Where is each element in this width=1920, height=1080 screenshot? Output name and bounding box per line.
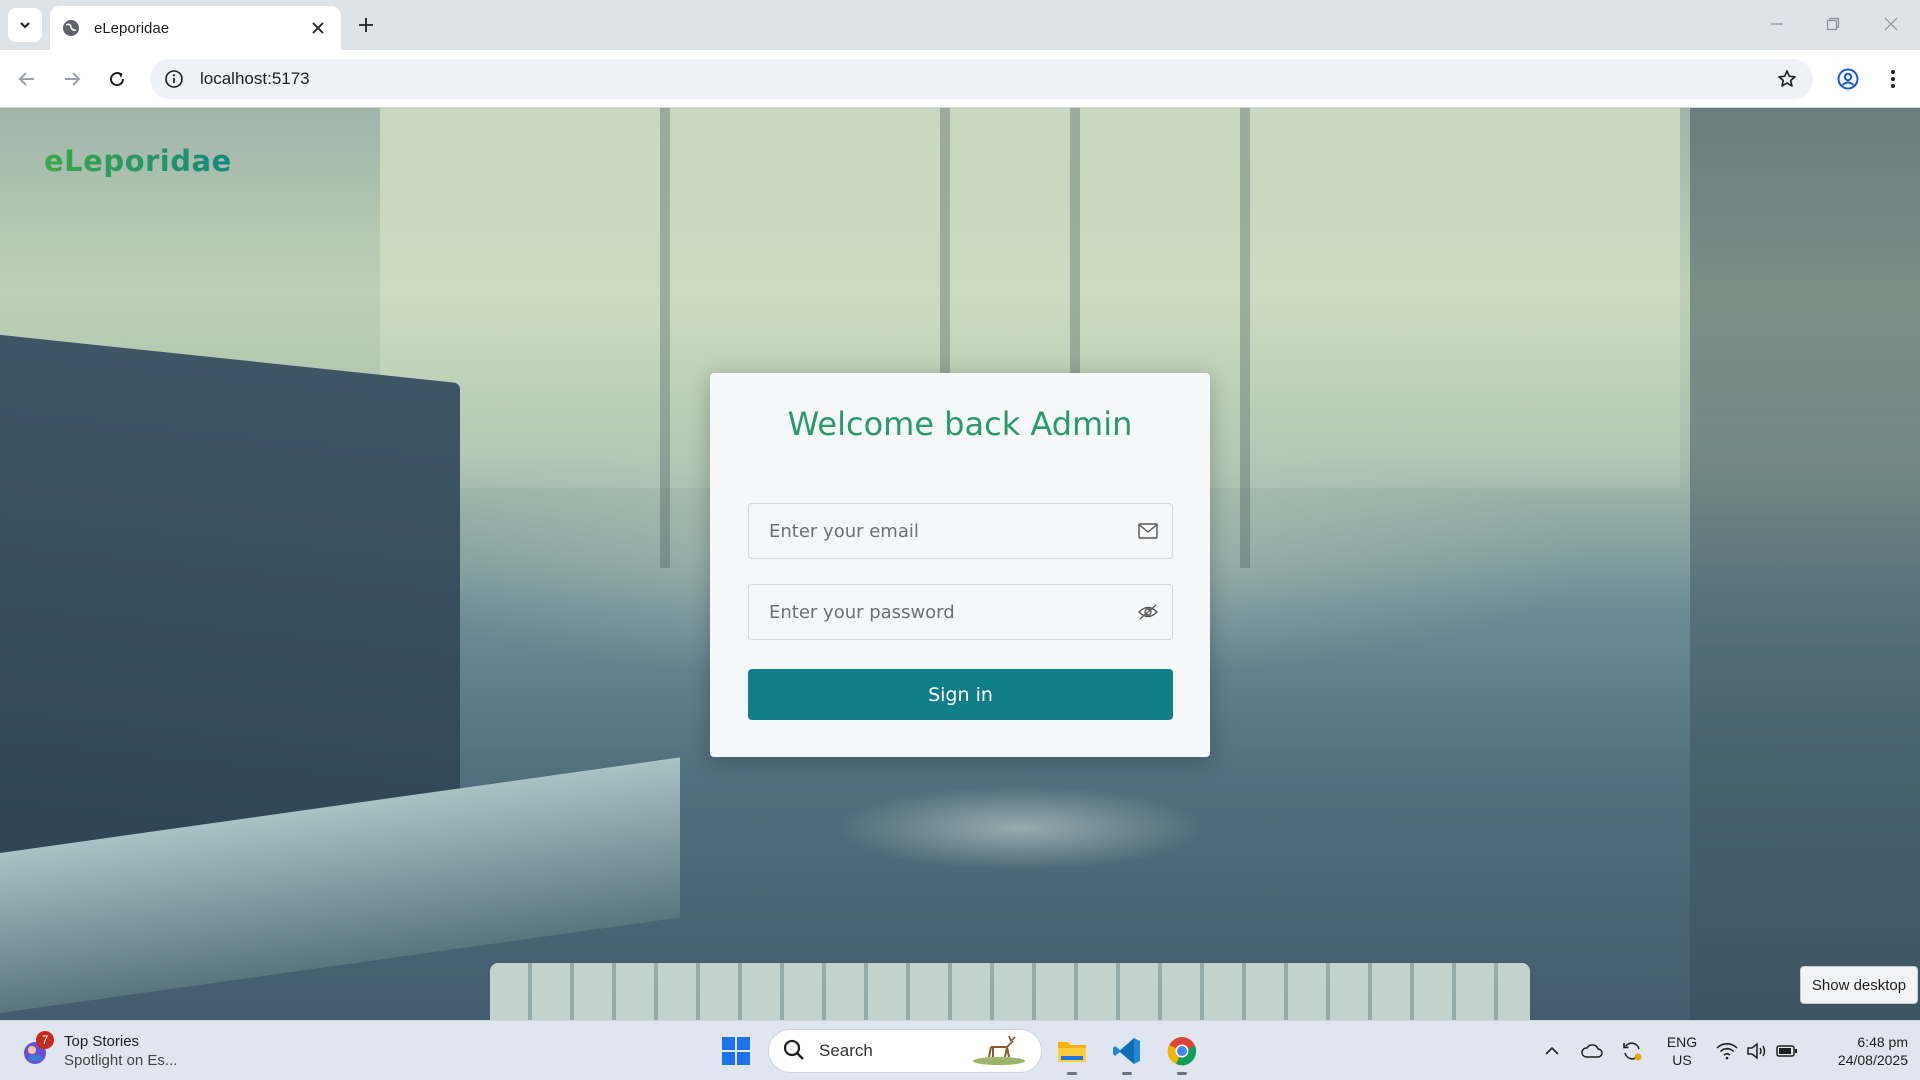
show-desktop-tooltip: Show desktop [1800,966,1918,1004]
vscode-icon[interactable] [1107,1031,1147,1075]
windows-start-icon[interactable] [716,1031,756,1071]
background-shade [1690,108,1920,1020]
signin-button[interactable]: Sign in [748,669,1173,720]
login-page: eLeporidae Welcome back Admin Sign in [0,108,1920,1020]
email-input[interactable] [769,520,1136,542]
reload-icon[interactable] [101,63,133,95]
password-input[interactable] [769,601,1136,623]
sync-icon[interactable] [1617,1035,1647,1067]
search-icon [783,1039,807,1063]
page-title: Welcome back Admin [787,405,1133,443]
minimize-icon[interactable] [1757,8,1797,40]
browser-toolbar: localhost:5173 [0,50,1920,108]
widget-title: Top Stories [64,1033,140,1050]
forward-icon[interactable] [56,63,88,95]
clock-date: 24/08/2025 [1837,1052,1908,1068]
language-line1: ENG [1666,1034,1698,1050]
tab-search-icon[interactable] [8,8,42,42]
background-keyboard [490,963,1530,1020]
news-widget-icon: 7 [20,1031,54,1067]
cloud-icon[interactable] [1577,1035,1607,1067]
running-indicator [1122,1072,1132,1075]
language-line2: US [1672,1052,1692,1068]
close-window-icon[interactable] [1871,8,1911,40]
file-explorer-icon[interactable] [1052,1031,1092,1075]
globe-icon [62,19,80,37]
address-bar[interactable]: localhost:5173 [150,59,1813,99]
clock-time: 6:48 pm [1857,1034,1908,1050]
language-indicator[interactable]: ENG US [1660,1033,1704,1069]
menu-icon[interactable] [1877,63,1909,95]
search-label: Search [819,1041,873,1060]
background-frame [660,108,670,568]
close-icon[interactable] [307,17,329,39]
news-widget[interactable]: 7 Top Stories Spotlight on Es... [20,1029,190,1073]
mail-icon [1136,519,1160,543]
plus-icon[interactable] [352,11,380,39]
star-icon[interactable] [1775,67,1799,91]
browser-tab[interactable]: eLeporidae [50,6,341,50]
chevron-up-icon[interactable] [1537,1035,1567,1067]
eye-off-icon[interactable] [1136,600,1160,624]
wifi-icon[interactable] [1712,1035,1742,1067]
login-card: Welcome back Admin Sign in [710,373,1210,757]
brand-logo[interactable]: eLeporidae [44,144,232,178]
password-field[interactable] [748,584,1173,640]
restore-icon[interactable] [1813,8,1853,40]
background-frame [1240,108,1250,568]
tab-bar: eLeporidae [0,0,1920,50]
chrome-icon[interactable] [1162,1031,1202,1075]
email-field[interactable] [748,503,1173,559]
taskbar-search[interactable]: Search [768,1029,1042,1073]
info-icon[interactable] [164,69,184,89]
system-clock[interactable]: 6:48 pm 24/08/2025 [1808,1033,1908,1069]
profile-icon[interactable] [1832,63,1864,95]
url-text[interactable]: localhost:5173 [200,69,1775,89]
volume-icon[interactable] [1742,1035,1772,1067]
running-indicator [1177,1072,1187,1075]
back-icon[interactable] [11,63,43,95]
running-indicator [1067,1072,1077,1075]
tab-title: eLeporidae [94,19,170,37]
widget-subtitle: Spotlight on Es... [64,1052,178,1069]
battery-icon[interactable] [1772,1035,1802,1067]
notification-badge: 7 [36,1031,54,1049]
search-highlight-icon [971,1033,1027,1069]
taskbar: 7 Top Stories Spotlight on Es... Search [0,1020,1920,1080]
